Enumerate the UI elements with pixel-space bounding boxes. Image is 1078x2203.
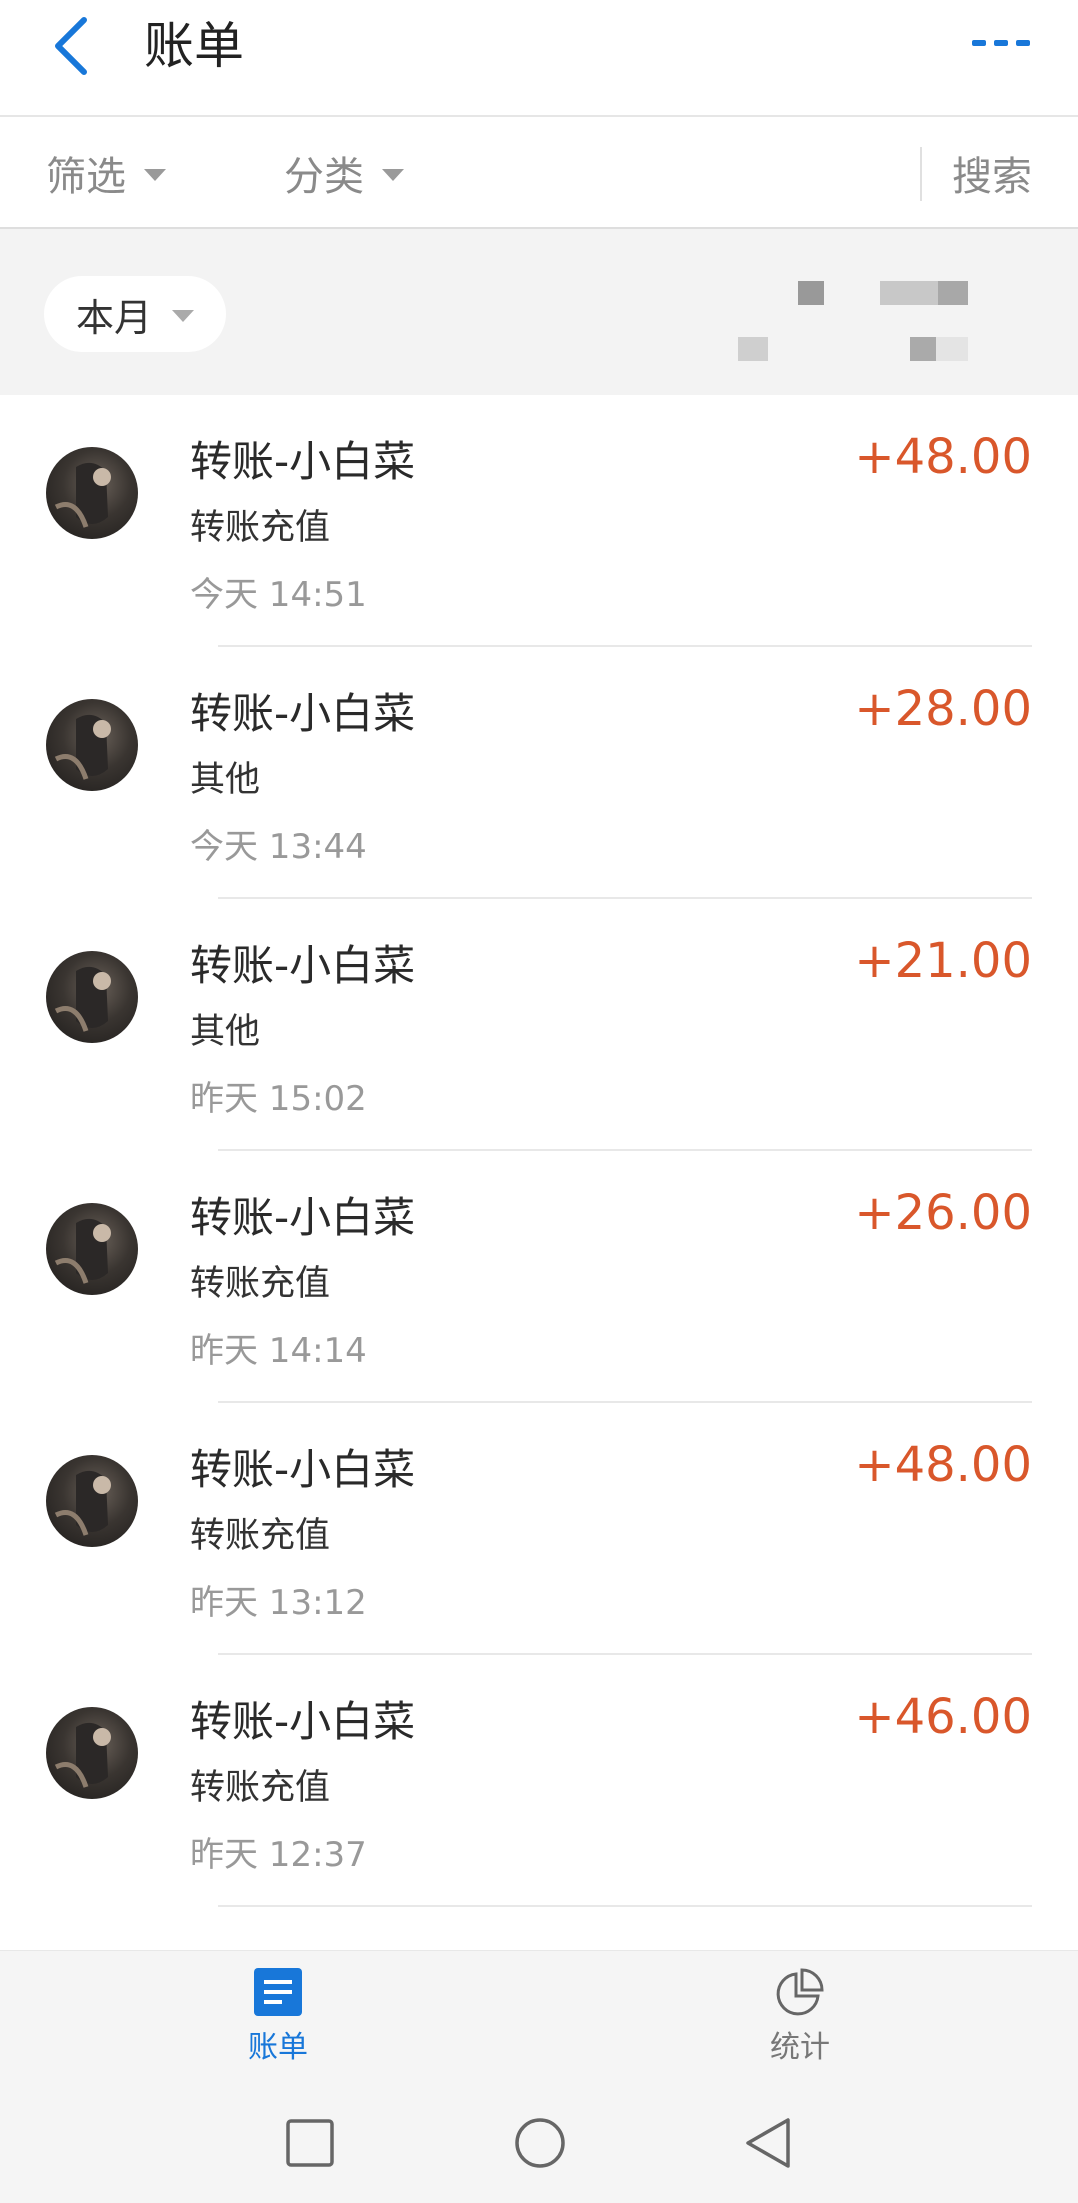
transaction-time: 今天 13:44 — [190, 827, 367, 867]
filter-dropdown[interactable]: 筛选 — [46, 117, 166, 229]
avatar — [46, 1455, 138, 1547]
circle-icon — [515, 2118, 565, 2168]
transaction-name: 转账-小白菜 — [190, 941, 416, 990]
system-nav-bar — [0, 2079, 1078, 2203]
recents-button[interactable] — [282, 2115, 338, 2171]
transaction-list: 转账-小白菜 转账充值 今天 14:51 +48.00 转账-小白菜 其他 今天… — [0, 395, 1078, 1950]
caret-down-icon — [144, 169, 166, 181]
back-nav-button[interactable] — [740, 2115, 796, 2171]
avatar — [46, 447, 138, 539]
back-button[interactable] — [44, 12, 104, 80]
transaction-amount: +28.00 — [854, 681, 1032, 737]
triangle-back-icon — [746, 2118, 790, 2168]
month-selector[interactable]: 本月 — [44, 276, 226, 352]
transaction-time: 昨天 15:02 — [190, 1079, 367, 1119]
caret-down-icon — [382, 169, 404, 181]
bill-list-icon — [254, 1967, 302, 2016]
avatar — [46, 1707, 138, 1799]
transaction-type: 转账充值 — [190, 508, 331, 548]
square-icon — [286, 2119, 334, 2167]
transaction-name: 转账-小白菜 — [190, 437, 416, 486]
transaction-name: 转账-小白菜 — [190, 689, 416, 738]
avatar — [46, 951, 138, 1043]
transaction-type: 其他 — [190, 760, 261, 800]
transaction-row[interactable]: 转账-小白菜 转账充值 今天 14:51 +48.00 — [0, 395, 1078, 647]
chevron-left-icon — [55, 17, 87, 75]
filter-bar: 筛选 分类 搜索 — [0, 117, 1078, 229]
transaction-name: 转账-小白菜 — [190, 1697, 416, 1746]
more-button[interactable] — [968, 22, 1038, 66]
home-button[interactable] — [512, 2115, 568, 2171]
transaction-type: 其他 — [190, 1012, 261, 1052]
app-header: 账单 — [0, 0, 1078, 117]
transaction-amount: +26.00 — [854, 1185, 1032, 1241]
search-button[interactable]: 搜索 — [952, 117, 1032, 229]
more-dots-icon — [972, 40, 1030, 46]
period-band: 本月 — [0, 229, 1078, 395]
transaction-row[interactable]: 转账-小白菜 转账充值 昨天 12:37 +46.00 — [0, 1655, 1078, 1907]
transaction-type: 转账充值 — [190, 1516, 331, 1556]
transaction-type: 转账充值 — [190, 1264, 331, 1304]
tab-stats-label: 统计 — [770, 2029, 830, 2065]
tab-bills-label: 账单 — [248, 2029, 308, 2065]
transaction-amount: +48.00 — [854, 429, 1032, 485]
month-label: 本月 — [75, 295, 152, 340]
transaction-type: 转账充值 — [190, 1768, 331, 1808]
transaction-row[interactable]: 转账-小白菜 转账充值 昨天 14:14 +26.00 — [0, 1151, 1078, 1403]
transaction-row[interactable]: 转账-小白菜 其他 昨天 15:02 +21.00 — [0, 899, 1078, 1151]
category-label: 分类 — [284, 154, 364, 200]
transaction-row[interactable]: 转账-小白菜 其他 今天 13:44 +28.00 — [0, 647, 1078, 899]
tab-stats[interactable]: 统计 — [700, 1951, 900, 2080]
transaction-amount: +21.00 — [854, 933, 1032, 989]
pie-chart-icon — [776, 1967, 824, 2015]
transaction-time: 昨天 14:14 — [190, 1331, 367, 1371]
transaction-amount: +48.00 — [854, 1437, 1032, 1493]
transaction-row[interactable]: 转账-小白菜 转账充值 昨天 13:12 +48.00 — [0, 1403, 1078, 1655]
transaction-time: 昨天 12:37 — [190, 1835, 367, 1875]
divider — [218, 1905, 1032, 1907]
avatar — [46, 699, 138, 791]
filter-label: 筛选 — [46, 154, 126, 200]
category-dropdown[interactable]: 分类 — [284, 117, 404, 229]
divider — [920, 147, 922, 201]
caret-down-icon — [172, 310, 194, 322]
bottom-tab-bar: 账单 统计 — [0, 1950, 1078, 2079]
transaction-time: 昨天 13:12 — [190, 1583, 367, 1623]
avatar — [46, 1203, 138, 1295]
page-title: 账单 — [144, 17, 244, 75]
transaction-name: 转账-小白菜 — [190, 1445, 416, 1494]
transaction-time: 今天 14:51 — [190, 575, 367, 615]
blurred-summary — [738, 279, 1038, 369]
tab-bills[interactable]: 账单 — [178, 1951, 378, 2080]
transaction-name: 转账-小白菜 — [190, 1193, 416, 1242]
transaction-amount: +46.00 — [854, 1689, 1032, 1745]
